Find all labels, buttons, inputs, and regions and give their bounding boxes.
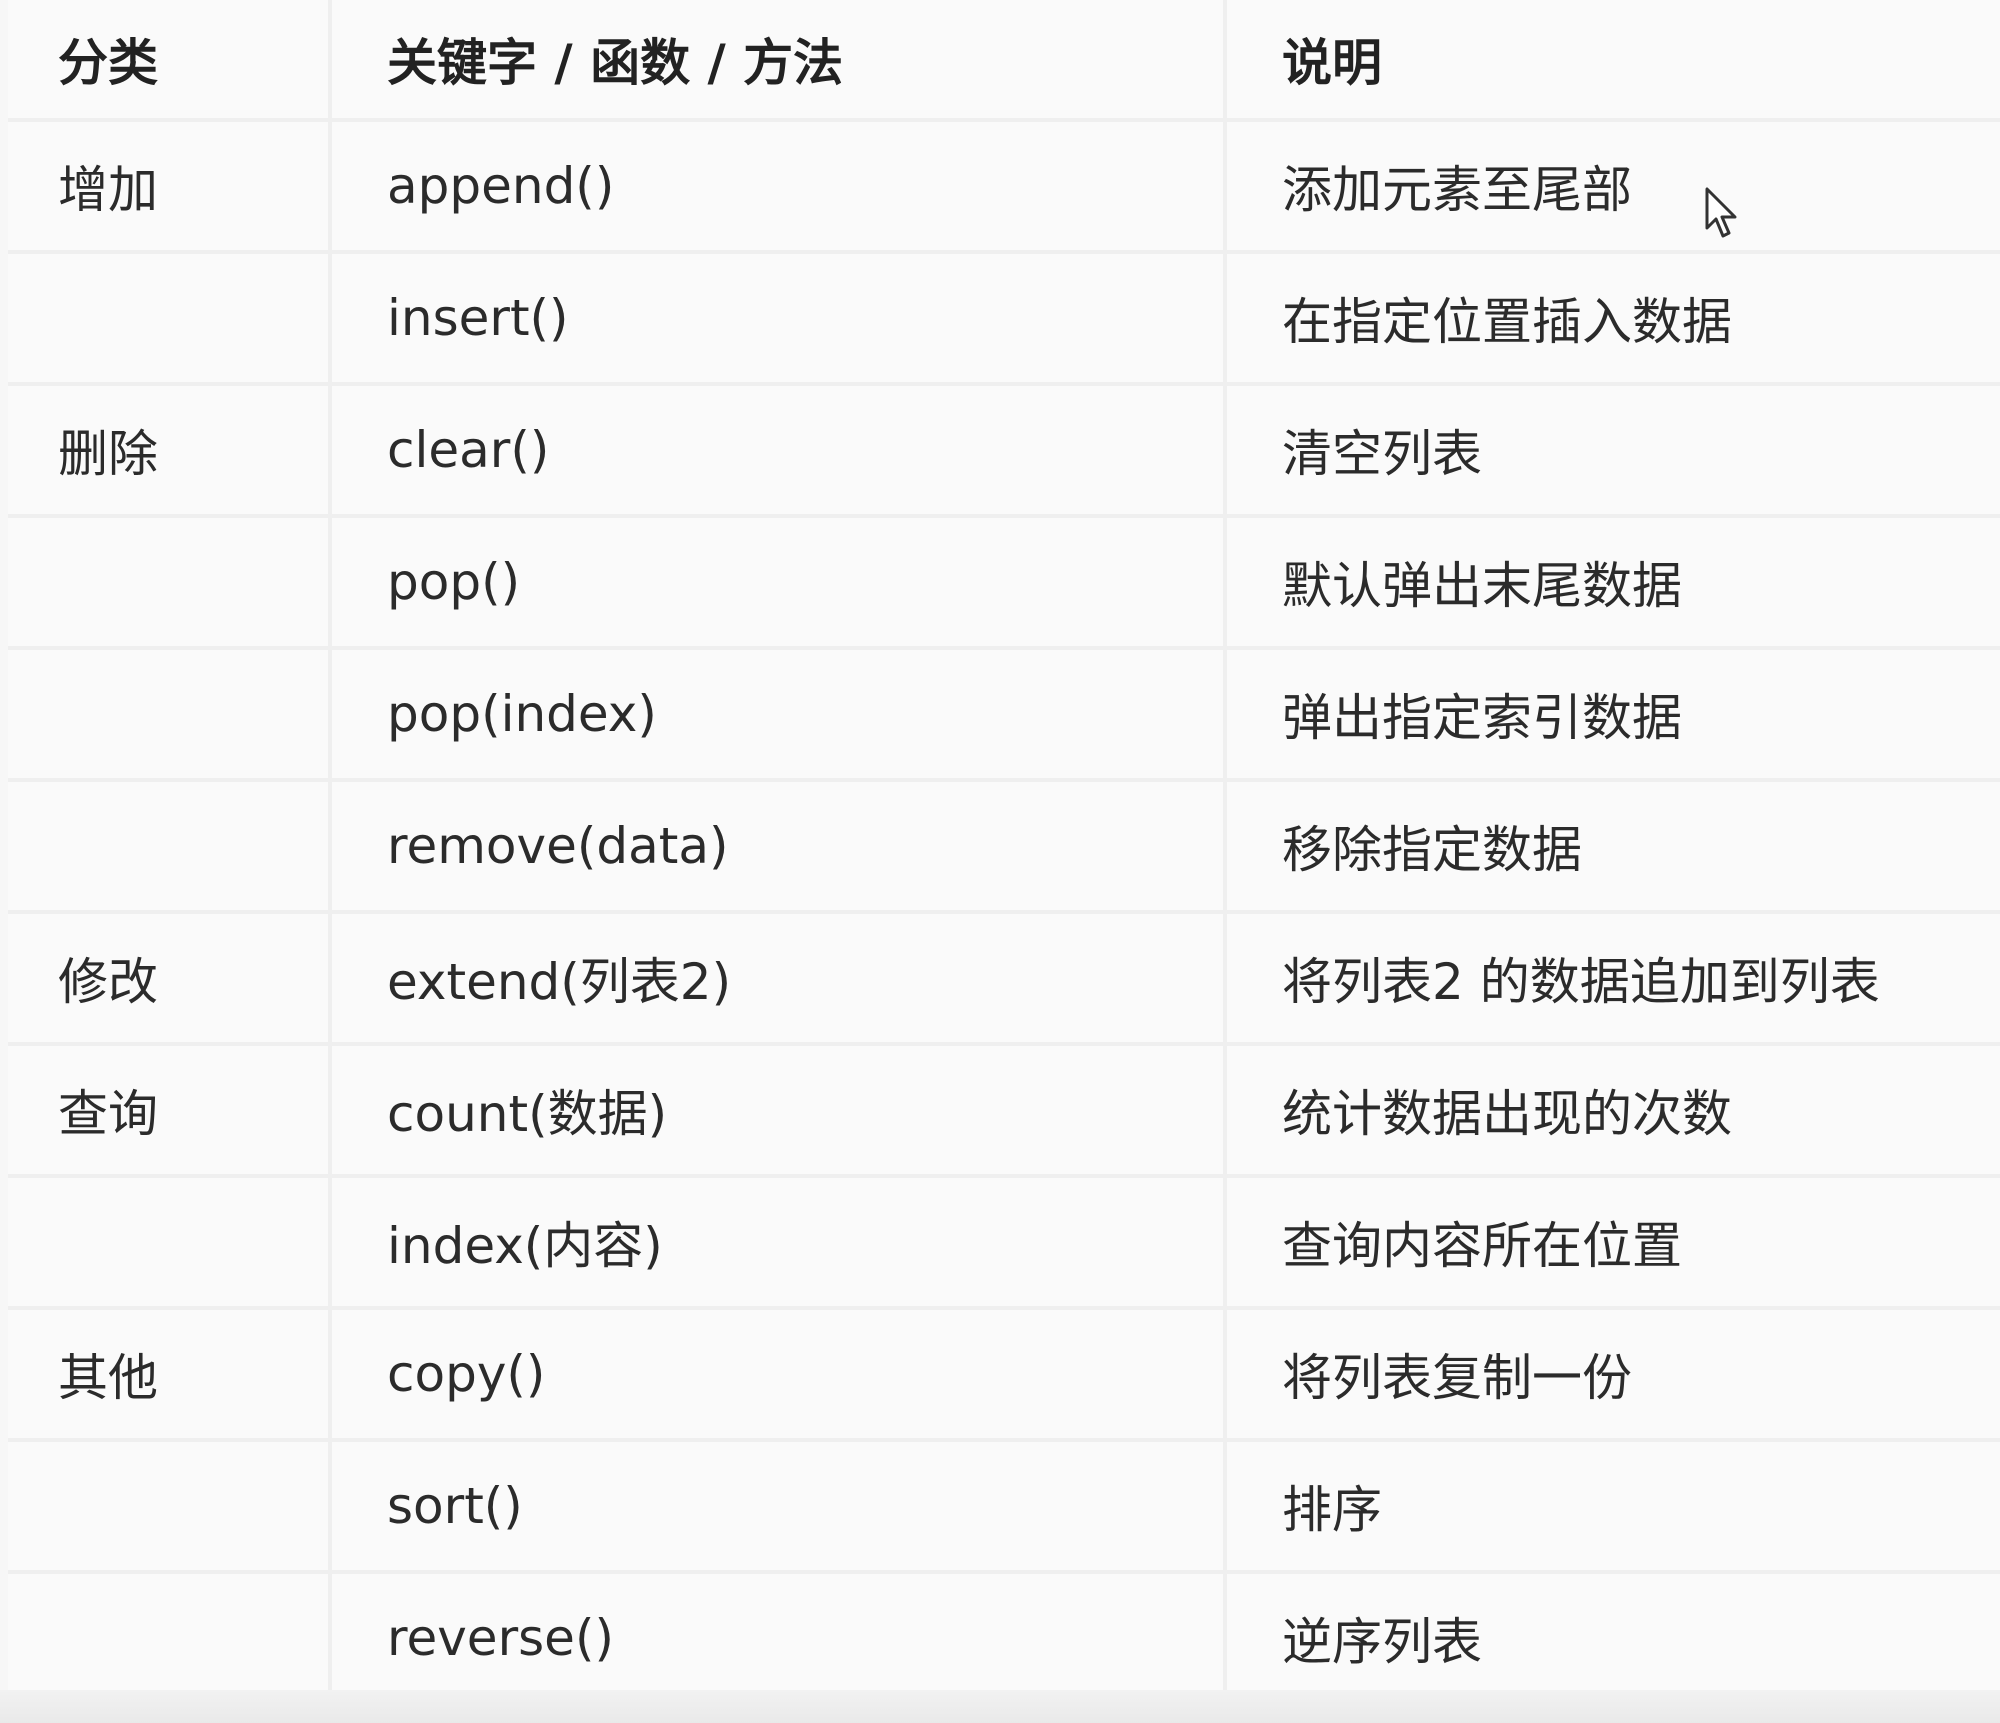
mouse-pointer-icon	[1705, 187, 1737, 238]
header-description: 说明	[1223, 0, 2000, 122]
row-description: 弹出指定索引数据	[1223, 650, 2000, 782]
row-description: 排序	[1223, 1442, 2000, 1574]
row-description: 统计数据出现的次数	[1223, 1046, 2000, 1178]
row-category	[8, 518, 328, 650]
row-description: 查询内容所在位置	[1223, 1178, 2000, 1310]
row-description: 在指定位置插入数据	[1223, 254, 2000, 386]
row-description: 将列表2 的数据追加到列表	[1223, 914, 2000, 1046]
row-category	[8, 650, 328, 782]
row-description: 移除指定数据	[1223, 782, 2000, 914]
header-method: 关键字 / 函数 / 方法	[328, 0, 1223, 122]
row-category: 增加	[8, 122, 328, 254]
header-category: 分类	[8, 0, 328, 122]
row-category: 其他	[8, 1310, 328, 1442]
row-method: pop()	[328, 518, 1223, 650]
row-category	[8, 782, 328, 914]
row-description: 默认弹出末尾数据	[1223, 518, 2000, 650]
row-method: extend(列表2)	[328, 914, 1223, 1046]
row-method: count(数据)	[328, 1046, 1223, 1178]
row-category	[8, 1442, 328, 1574]
row-method: reverse()	[328, 1574, 1223, 1706]
row-method: sort()	[328, 1442, 1223, 1574]
row-method: append()	[328, 122, 1223, 254]
row-method: copy()	[328, 1310, 1223, 1442]
row-method: remove(data)	[328, 782, 1223, 914]
list-methods-table: 分类 关键字 / 函数 / 方法 说明 增加 append() 添加元素至尾部 …	[8, 0, 2000, 1706]
row-category: 修改	[8, 914, 328, 1046]
row-category	[8, 1178, 328, 1310]
bottom-edge	[0, 1690, 2000, 1723]
row-category: 查询	[8, 1046, 328, 1178]
document-page: 分类 关键字 / 函数 / 方法 说明 增加 append() 添加元素至尾部 …	[0, 0, 2000, 1723]
row-category: 删除	[8, 386, 328, 518]
row-category	[8, 254, 328, 386]
row-method: clear()	[328, 386, 1223, 518]
row-method: pop(index)	[328, 650, 1223, 782]
row-description: 添加元素至尾部	[1223, 122, 2000, 254]
row-description: 将列表复制一份	[1223, 1310, 2000, 1442]
row-method: index(内容)	[328, 1178, 1223, 1310]
row-category	[8, 1574, 328, 1706]
row-description: 清空列表	[1223, 386, 2000, 518]
row-method: insert()	[328, 254, 1223, 386]
row-description: 逆序列表	[1223, 1574, 2000, 1706]
